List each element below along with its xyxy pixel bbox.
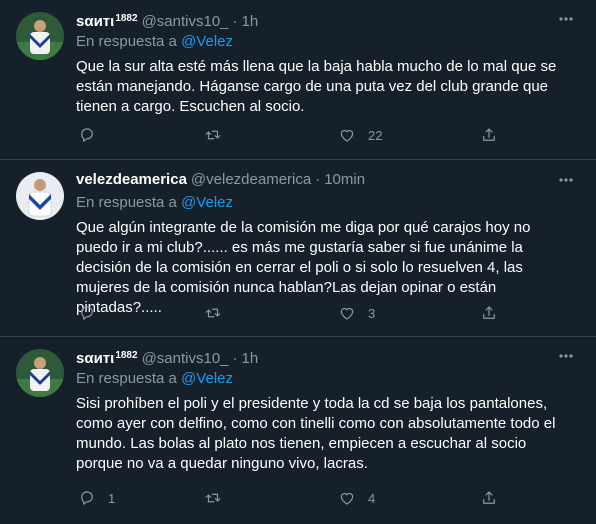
reply-count: 1 bbox=[108, 490, 116, 506]
tweet-actions: 1 4 bbox=[76, 488, 516, 508]
reply-icon bbox=[81, 128, 93, 142]
reply-button[interactable] bbox=[78, 303, 108, 323]
reply-icon bbox=[81, 491, 93, 505]
reply-to-link[interactable]: @Velez bbox=[181, 194, 233, 211]
like-count: 22 bbox=[368, 127, 383, 143]
timeline: ѕαитι1882 @santivs10_ · 1h En respuesta a @… bbox=[0, 0, 596, 524]
reply-to-link[interactable]: @Velez bbox=[181, 370, 233, 387]
separator: · bbox=[315, 171, 321, 188]
tweet[interactable]: ѕαитι1882 @santivs10_ · 1h En respuesta a @… bbox=[0, 0, 596, 160]
more-icon[interactable] bbox=[556, 348, 576, 364]
share-icon bbox=[483, 491, 495, 504]
tweet-actions: 3 bbox=[76, 303, 516, 323]
user-handle[interactable]: @velezdeamerica bbox=[191, 171, 311, 188]
heart-icon bbox=[340, 129, 354, 142]
reply-context: En respuesta a @Velez bbox=[76, 194, 233, 211]
reply-to-link[interactable]: @Velez bbox=[181, 33, 233, 50]
more-icon[interactable] bbox=[556, 172, 576, 188]
timestamp[interactable]: 1h bbox=[242, 350, 259, 367]
avatar[interactable] bbox=[16, 12, 64, 60]
tweet-text: Que la sur alta esté más llena que la ba… bbox=[76, 58, 557, 115]
retweet-icon bbox=[205, 493, 221, 503]
retweet-icon bbox=[205, 308, 221, 318]
share-button[interactable] bbox=[480, 303, 498, 323]
more-icon[interactable] bbox=[556, 11, 576, 27]
reply-button[interactable]: 1 bbox=[78, 488, 115, 508]
user-handle[interactable]: @santivs10_ bbox=[142, 13, 229, 30]
share-button[interactable] bbox=[480, 125, 498, 145]
reply-context: En respuesta a @Velez bbox=[76, 370, 233, 387]
retweet-button[interactable] bbox=[204, 488, 234, 508]
heart-icon bbox=[340, 307, 354, 320]
tweet[interactable]: velezdeamerica @velezdeamerica · 10min En r… bbox=[0, 160, 596, 337]
share-icon bbox=[483, 306, 495, 319]
separator: · bbox=[232, 350, 238, 367]
tweet-header: ѕαитι1882 @santivs10_ · 1h bbox=[76, 9, 580, 30]
heart-icon bbox=[340, 492, 354, 505]
display-name[interactable]: ѕαитι1882 bbox=[76, 13, 138, 30]
share-button[interactable] bbox=[480, 488, 498, 508]
display-name[interactable]: velezdeamerica bbox=[76, 171, 187, 188]
tweet-text: Sisi prohíben el poli y el presidente y … bbox=[76, 395, 556, 472]
tweet-header: ѕαитι1882 @santivs10_ · 1h bbox=[76, 346, 580, 367]
like-count: 4 bbox=[368, 490, 376, 506]
avatar[interactable] bbox=[16, 172, 64, 220]
tweet-header: velezdeamerica @velezdeamerica · 10min bbox=[76, 170, 580, 190]
reply-context: En respuesta a @Velez bbox=[76, 33, 233, 50]
retweet-button[interactable] bbox=[204, 303, 234, 323]
like-button[interactable]: 3 bbox=[338, 303, 375, 323]
user-handle[interactable]: @santivs10_ bbox=[142, 350, 229, 367]
reply-button[interactable] bbox=[78, 125, 108, 145]
like-count: 3 bbox=[368, 305, 376, 321]
retweet-button[interactable] bbox=[204, 125, 234, 145]
tweet-actions: 22 bbox=[76, 125, 516, 145]
retweet-icon bbox=[205, 130, 221, 140]
display-name[interactable]: ѕαитι1882 bbox=[76, 350, 138, 367]
timestamp[interactable]: 1h bbox=[242, 13, 259, 30]
avatar[interactable] bbox=[16, 349, 64, 397]
tweet[interactable]: ѕαитι1882 @santivs10_ · 1h En respuesta a @… bbox=[0, 337, 596, 524]
reply-icon bbox=[81, 306, 93, 320]
timestamp[interactable]: 10min bbox=[324, 171, 365, 188]
like-button[interactable]: 4 bbox=[338, 488, 375, 508]
separator: · bbox=[232, 13, 238, 30]
share-icon bbox=[483, 128, 495, 141]
like-button[interactable]: 22 bbox=[338, 125, 382, 145]
